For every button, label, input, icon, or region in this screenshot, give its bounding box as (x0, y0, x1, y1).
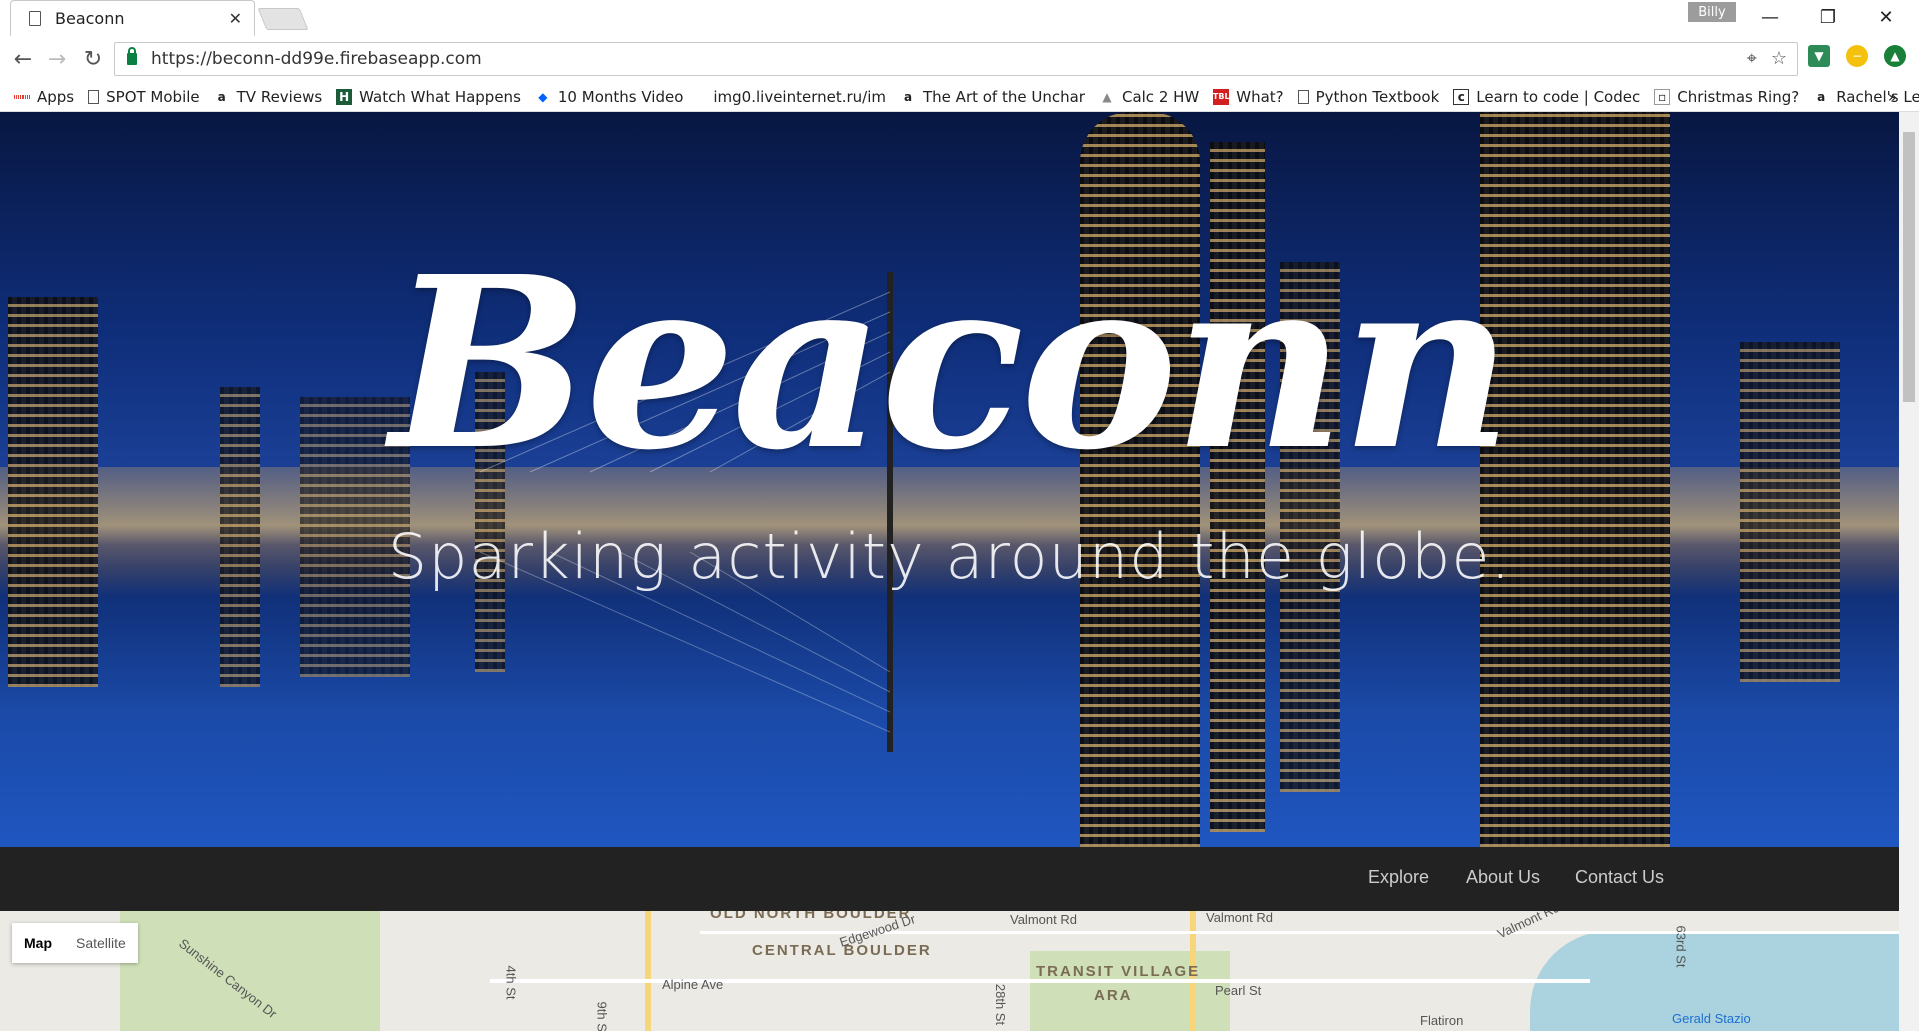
close-window-icon[interactable]: ✕ (1857, 0, 1915, 34)
nav-explore[interactable]: Explore (1368, 867, 1429, 888)
amazon-icon: a (903, 89, 913, 104)
map-park-area (120, 911, 380, 1031)
minimize-icon[interactable]: — (1741, 0, 1799, 34)
bookmark-label: Learn to code | Codec (1476, 87, 1641, 106)
bookmark-label: Rachel's Levi (1836, 87, 1919, 106)
bookmark-python-textbook[interactable]: Python Textbook (1297, 87, 1440, 106)
bookmark-rachels-levi[interactable]: a Rachel's Levi (1813, 88, 1919, 106)
new-tab-button[interactable] (257, 8, 309, 30)
map-street-label: 63rd St (1673, 925, 1689, 968)
browser-tab-bar: Beaconn ✕ Billy — ❐ ✕ (0, 0, 1919, 36)
browser-tab[interactable]: Beaconn ✕ (10, 0, 255, 36)
map-place-label: Gerald Stazio (1672, 1011, 1751, 1026)
bookmark-spot-mobile[interactable]: SPOT Mobile (88, 88, 200, 106)
apps-grid-icon (14, 89, 31, 105)
lock-icon (127, 47, 137, 65)
scrollbar-thumb[interactable] (1903, 132, 1915, 402)
location-icon[interactable]: ⌖ (1747, 48, 1757, 69)
map-area-label: TRANSIT VILLAGE (1036, 963, 1201, 980)
map-type-satellite-button[interactable]: Satellite (64, 923, 138, 963)
bookmark-christmas-ring[interactable]: ▫ Christmas Ring? (1654, 88, 1799, 106)
map-street-label: Pearl St (1215, 983, 1262, 998)
bookmark-10-months-video[interactable]: ◆ 10 Months Video (535, 88, 683, 106)
map-street-label: 9th St (594, 1001, 610, 1031)
map-street-label: Valmont Rd (1494, 911, 1563, 942)
back-icon[interactable]: ← (8, 44, 38, 74)
map-street-label: 4th St (503, 965, 519, 1000)
image-icon: ▫ (1654, 88, 1671, 105)
bookmark-watch-what-happens[interactable]: H Watch What Happens (336, 88, 521, 106)
amazon-icon: a (1817, 89, 1826, 104)
bookmark-tv-reviews[interactable]: a TV Reviews (214, 88, 323, 106)
dropbox-icon: ◆ (538, 89, 548, 104)
url-text: https://beconn-dd99e.firebaseapp.com (151, 49, 482, 69)
bookmark-apps[interactable]: Apps (14, 88, 74, 106)
bookmark-star-icon[interactable]: ☆ (1771, 48, 1787, 69)
page-scrollbar[interactable] (1899, 112, 1919, 1031)
bookmark-label: SPOT Mobile (106, 87, 200, 106)
page-icon (1297, 89, 1309, 104)
tbl-icon: TBL (1213, 88, 1230, 105)
map-street-label: Valmont Rd (1010, 912, 1077, 927)
bookmark-label: Python Textbook (1315, 87, 1440, 106)
extension-shield-icon[interactable]: ▼ (1808, 45, 1830, 67)
reload-icon[interactable]: ↻ (78, 44, 108, 74)
amazon-icon: a (217, 89, 226, 104)
tab-close-icon[interactable]: ✕ (229, 9, 242, 28)
hero-banner: Beaconn Sparking activity around the glo… (0, 112, 1899, 847)
forward-icon[interactable]: → (42, 44, 72, 74)
nav-contact-us[interactable]: Contact Us (1575, 867, 1664, 888)
map-street-label: Alpine Ave (662, 977, 724, 992)
page-icon (88, 89, 100, 104)
map-street-label: 28th St (993, 983, 1009, 1026)
bookmark-label: Calc 2 HW (1121, 87, 1200, 106)
nav-about-us[interactable]: About Us (1466, 867, 1540, 888)
browser-toolbar: ← → ↻ https://beconn-dd99e.firebaseapp.c… (0, 36, 1919, 82)
bookmark-label: Apps (37, 87, 75, 106)
bookmark-calc-2-hw[interactable]: ▲ Calc 2 HW (1099, 88, 1199, 106)
c-icon: c (1453, 88, 1470, 105)
bookmark-label: The Art of the Unchar (923, 87, 1085, 106)
bookmarks-overflow-button[interactable]: » (1888, 88, 1897, 106)
h-icon: H (336, 88, 353, 105)
map-type-map-button[interactable]: Map (12, 923, 64, 963)
map-street-label: Flatiron (1420, 1013, 1464, 1028)
map-view[interactable]: Map Satellite OLD NORTH BOULDER CENTRAL … (0, 911, 1899, 1031)
hero-subtitle: Sparking activity around the globe. (387, 520, 1512, 593)
bookmark-art-of-unchar[interactable]: a The Art of the Unchar (900, 88, 1085, 106)
a-icon: ▲ (1102, 89, 1112, 104)
page-icon (29, 11, 41, 26)
restore-icon[interactable]: ❐ (1799, 0, 1857, 34)
extension-minus-icon[interactable]: − (1846, 45, 1868, 67)
extension-up-icon[interactable]: ▲ (1884, 45, 1906, 67)
bookmark-label: 10 Months Video (557, 87, 684, 106)
profile-button[interactable]: Billy (1688, 2, 1736, 22)
bookmark-label: Christmas Ring? (1677, 87, 1800, 106)
bookmark-label: TV Reviews (236, 87, 323, 106)
bookmark-label: What? (1236, 87, 1284, 106)
bookmark-label: Watch What Happens (359, 87, 521, 106)
bookmark-codecademy[interactable]: c Learn to code | Codec (1453, 88, 1640, 106)
bookmark-label: img0.liveinternet.ru/im (713, 87, 887, 106)
bookmark-what[interactable]: TBL What? (1213, 87, 1284, 106)
map-street-label: Valmont Rd (1206, 911, 1273, 925)
map-type-control: Map Satellite (12, 923, 138, 963)
map-area-label: ARA (1094, 987, 1133, 1004)
bookmark-liveinternet[interactable]: img0.liveinternet.ru/im (713, 88, 886, 106)
address-bar[interactable]: https://beconn-dd99e.firebaseapp.com ⌖ ☆ (114, 42, 1798, 76)
site-navbar: Explore About Us Contact Us (0, 847, 1899, 911)
map-road-major (645, 911, 651, 1031)
hero-title: Beaconn (390, 224, 1513, 502)
bookmarks-bar: Apps SPOT Mobile a TV Reviews H Watch Wh… (0, 82, 1919, 112)
tab-title: Beaconn (55, 9, 125, 28)
